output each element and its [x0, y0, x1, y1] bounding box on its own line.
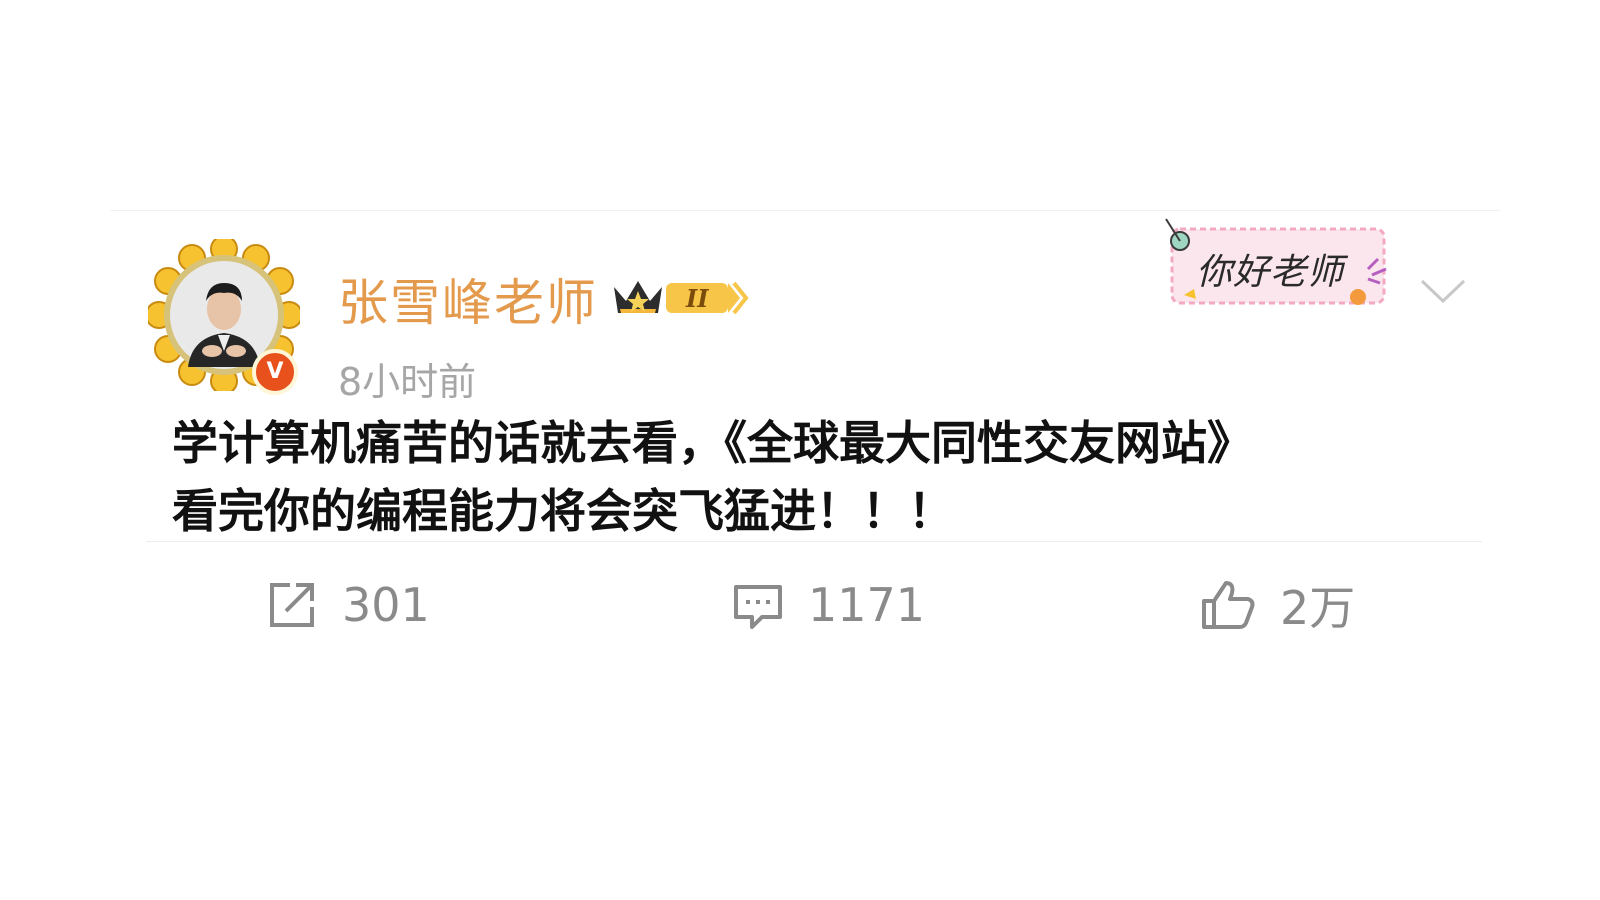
post-content-line: 看完你的编程能力将会突飞猛进！！！: [172, 484, 954, 538]
sticker-text: 你好老师: [1196, 252, 1345, 293]
comment-button[interactable]: 1171: [732, 575, 925, 635]
verified-badge: V: [252, 349, 298, 395]
post-timestamp[interactable]: 8小时前: [338, 351, 476, 406]
post-content-line: 学计算机痛苦的话就去看，《全球最大同性交友网站》: [172, 416, 1253, 470]
post-content: 学计算机痛苦的话就去看，《全球最大同性交友网站》 看完你的编程能力将会突飞猛进！…: [172, 409, 1442, 545]
member-level-badge[interactable]: II: [610, 273, 750, 321]
like-button[interactable]: 2万: [1200, 575, 1355, 635]
comment-icon: [734, 585, 782, 629]
repost-count: 301: [342, 578, 430, 632]
chevron-down-icon: [1420, 279, 1466, 304]
divider: [146, 541, 1482, 542]
author-name[interactable]: 张雪峰老师: [338, 263, 598, 335]
post-menu-button[interactable]: [1416, 271, 1470, 311]
page: V 张雪峰老师 II 8小时前 你好老师 学计算机痛苦的话就去看，《全球最大同性…: [0, 0, 1600, 900]
profile-card-sticker[interactable]: 你好老师: [1162, 217, 1402, 317]
comment-count: 1171: [808, 578, 926, 632]
repost-icon: [270, 583, 314, 627]
level-badge-text: II: [685, 284, 709, 313]
repost-button[interactable]: 301: [266, 575, 430, 635]
crown-icon: II: [614, 281, 749, 315]
avatar[interactable]: V: [148, 239, 300, 395]
like-count: 2万: [1280, 581, 1356, 635]
weibo-post-card: V 张雪峰老师 II 8小时前 你好老师 学计算机痛苦的话就去看，《全球最大同性…: [110, 210, 1500, 651]
thumbs-up-icon: [1202, 581, 1255, 629]
